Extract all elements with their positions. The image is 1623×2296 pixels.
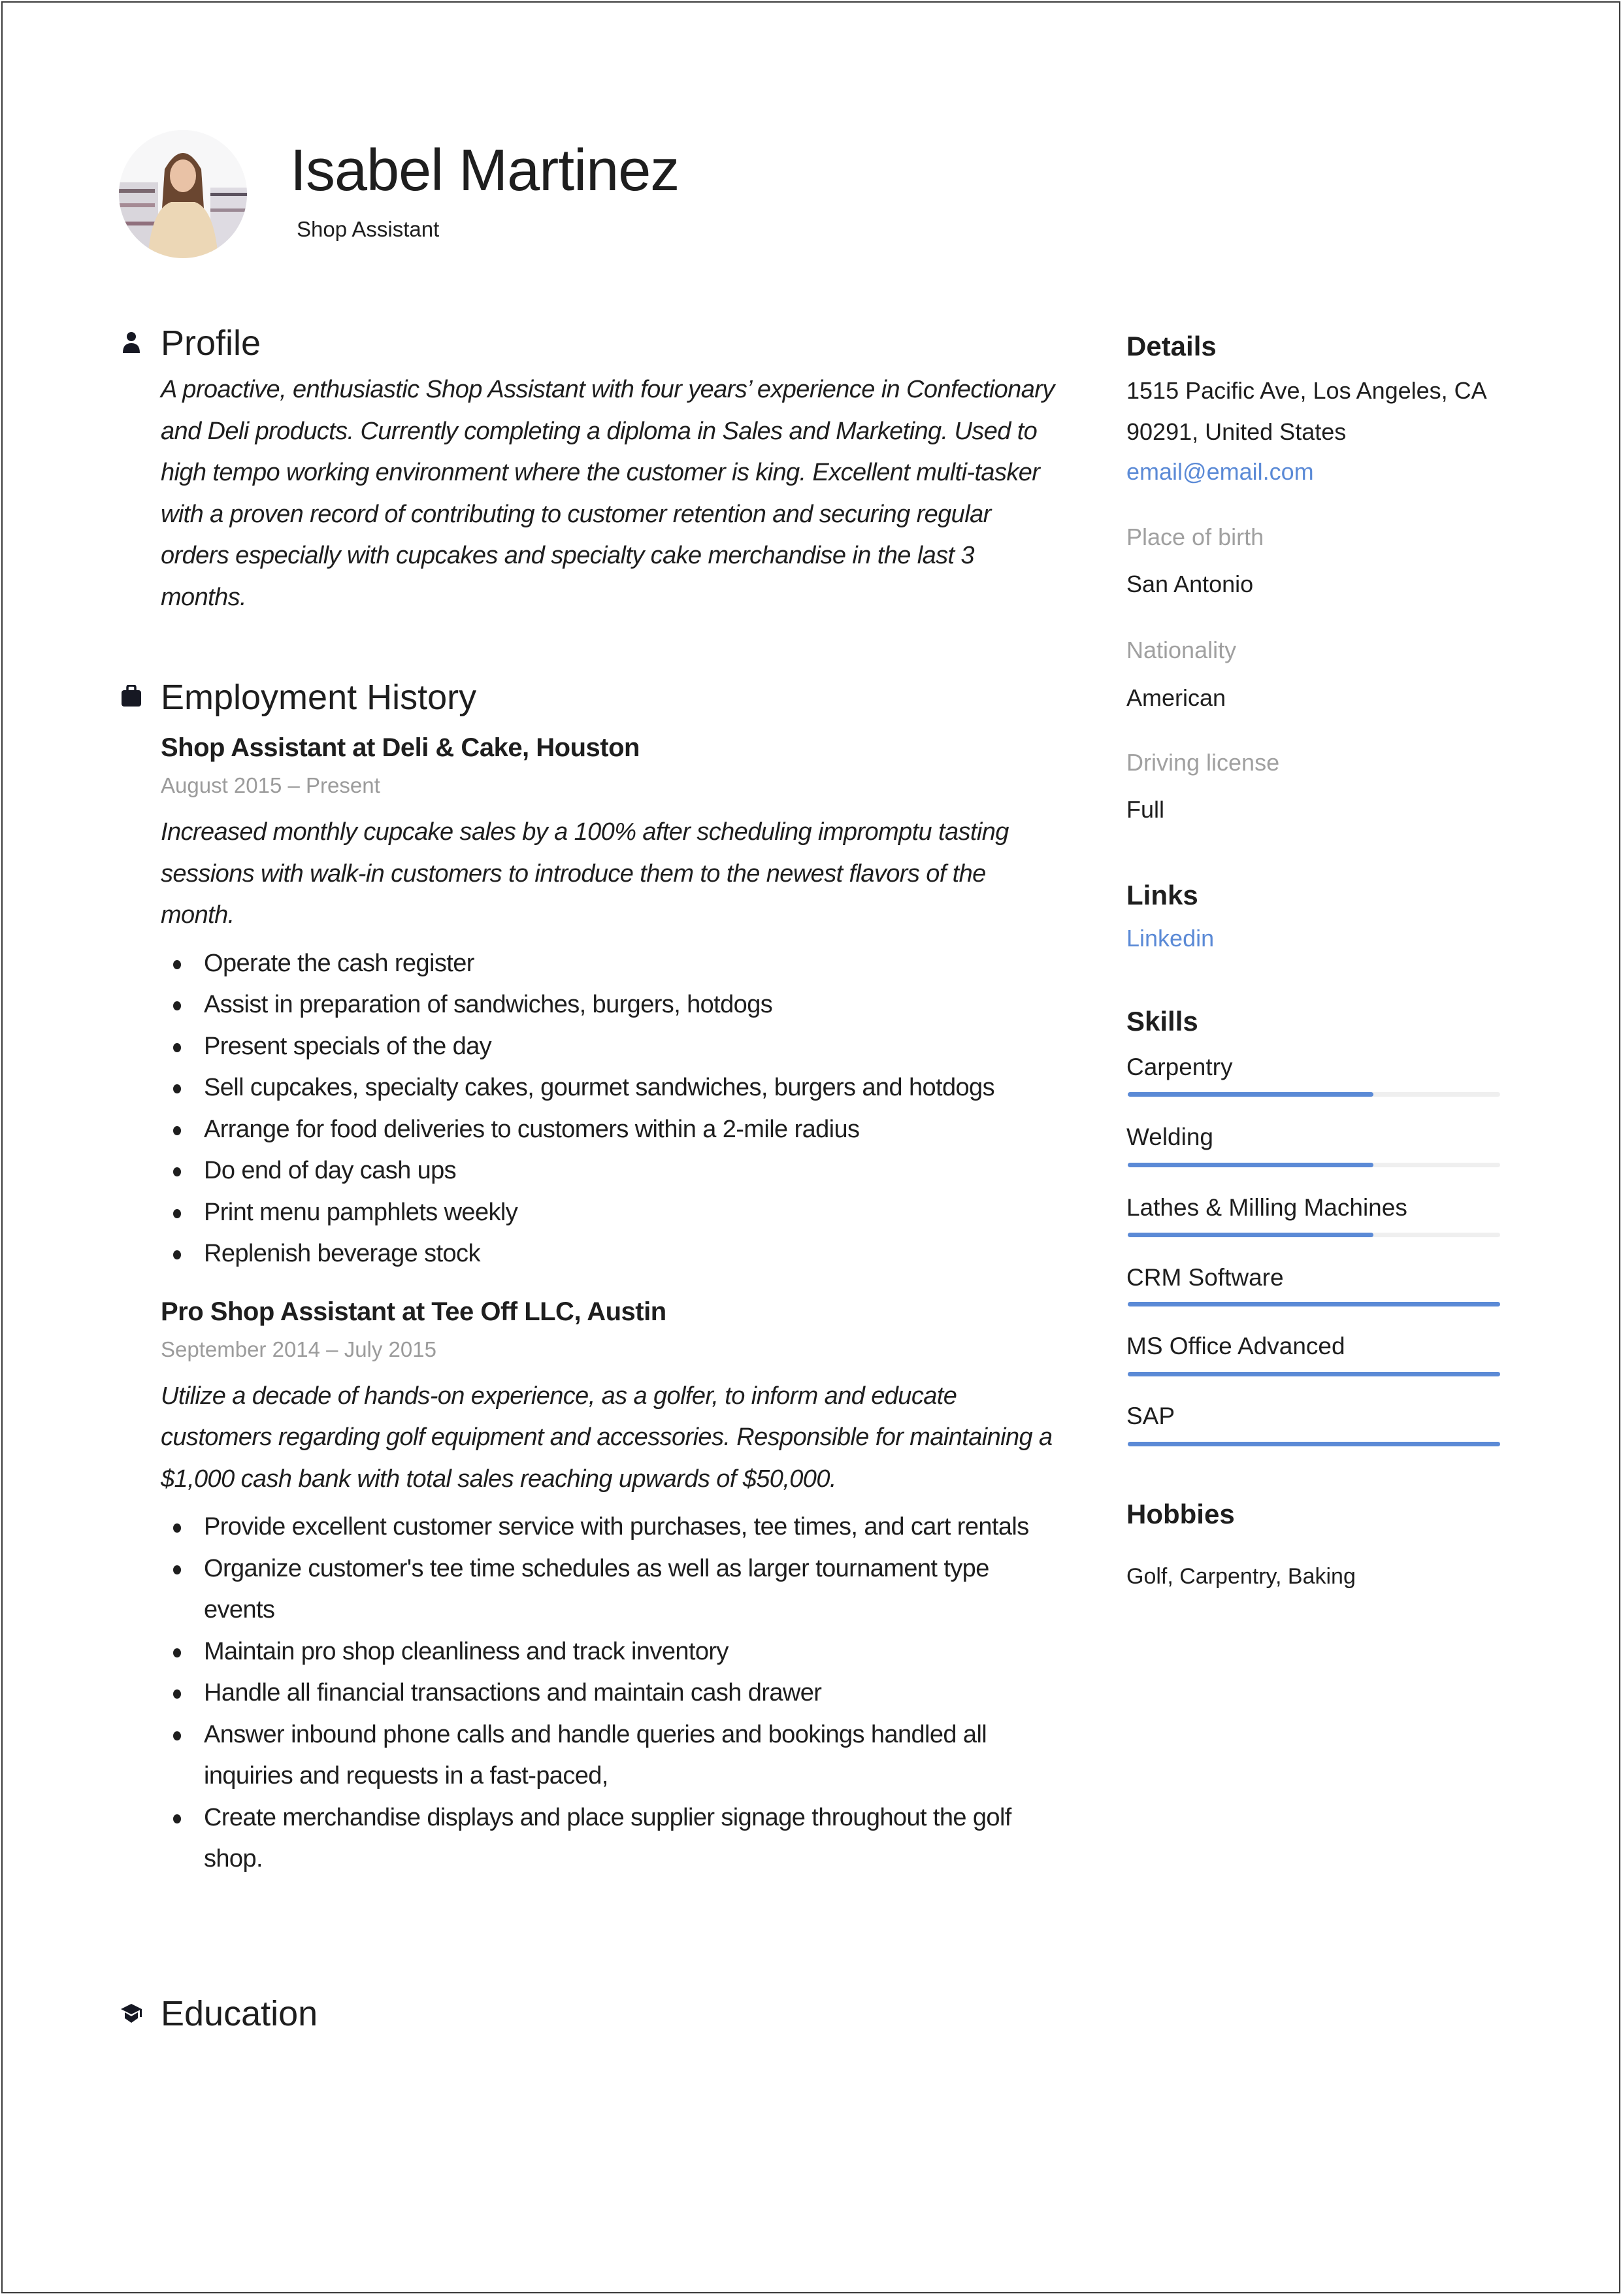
- nationality-value: American: [1126, 684, 1226, 711]
- candidate-name: Isabel Martinez: [290, 138, 680, 203]
- linkedin-link[interactable]: Linkedin: [1126, 927, 1214, 950]
- job-dates: September 2014 – July 2015: [161, 1337, 436, 1361]
- bullet-icon: [173, 1250, 181, 1259]
- skill-name: CRM Software: [1126, 1264, 1284, 1291]
- list-item: Assist in preparation of sandwiches, bur…: [161, 984, 1056, 1026]
- section-title-education: Education: [161, 1994, 318, 2033]
- address-line-1: 1515 Pacific Ave, Los Angeles, CA: [1126, 377, 1487, 404]
- driving-license-label: Driving license: [1126, 749, 1280, 776]
- section-title-links: Links: [1126, 880, 1198, 910]
- skill-level-fill: [1128, 1372, 1500, 1376]
- candidate-job-title: Shop Assistant: [297, 217, 440, 241]
- skill-level-fill: [1128, 1092, 1374, 1097]
- list-item: Answer inbound phone calls and handle qu…: [161, 1714, 1056, 1797]
- bullet-icon: [173, 1731, 181, 1740]
- skill-level-track: [1128, 1372, 1500, 1376]
- profile-summary: A proactive, enthusiastic Shop Assistant…: [161, 376, 1055, 611]
- skill-level-track: [1128, 1302, 1500, 1306]
- person-icon: [123, 332, 140, 353]
- skill-level-track: [1128, 1092, 1500, 1097]
- skill-name: Welding: [1126, 1123, 1214, 1150]
- driving-license-value: Full: [1126, 796, 1165, 823]
- bullet-icon: [173, 959, 181, 969]
- profile-photo: [119, 130, 247, 258]
- skill-level-fill: [1128, 1442, 1500, 1446]
- address-line-2: 90291, United States: [1126, 418, 1347, 445]
- skill-level-fill: [1128, 1302, 1500, 1306]
- bullet-icon: [173, 1042, 181, 1052]
- section-title-hobbies: Hobbies: [1126, 1499, 1235, 1529]
- section-title-employment: Employment History: [161, 678, 477, 717]
- briefcase-icon: [122, 685, 141, 707]
- job-title: Pro Shop Assistant at Tee Off LLC, Austi…: [161, 1297, 666, 1326]
- section-title-details: Details: [1126, 331, 1217, 361]
- skill-level-fill: [1128, 1233, 1374, 1237]
- job-summary: Increased monthly cupcake sales by a 100…: [161, 818, 1009, 929]
- skill-name: SAP: [1126, 1403, 1175, 1429]
- job-responsibilities: Operate the cash register Assist in prep…: [161, 943, 1056, 1275]
- job-responsibilities: Provide excellent customer service with …: [161, 1506, 1056, 1880]
- list-item: Print menu pamphlets weekly: [161, 1192, 1056, 1234]
- profile-photo-illustration: [119, 130, 247, 258]
- skill-level-track: [1128, 1233, 1500, 1237]
- bullet-icon: [173, 1565, 181, 1574]
- skill-level-fill: [1128, 1163, 1374, 1167]
- place-of-birth-label: Place of birth: [1126, 524, 1264, 550]
- employment-section: Employment History Shop Assistant at Del…: [122, 678, 1056, 1880]
- resume-page: Isabel Martinez Shop Assistant Profile A…: [1, 1, 1620, 2293]
- job-title: Shop Assistant at Deli & Cake, Houston: [161, 733, 640, 762]
- profile-section: Profile A proactive, enthusiastic Shop A…: [123, 324, 1056, 618]
- job-entry: Pro Shop Assistant at Tee Off LLC, Austi…: [161, 1299, 1056, 1880]
- list-item: Do end of day cash ups: [161, 1150, 1056, 1192]
- bullet-icon: [173, 1125, 181, 1135]
- list-item: Sell cupcakes, specialty cakes, gourmet …: [161, 1067, 1056, 1109]
- skill-name: Lathes & Milling Machines: [1126, 1194, 1407, 1221]
- list-item: Operate the cash register: [161, 943, 1056, 985]
- job-dates: August 2015 – Present: [161, 773, 380, 797]
- bullet-icon: [173, 1523, 181, 1533]
- section-title-profile: Profile: [161, 324, 261, 363]
- list-item: Handle all financial transactions and ma…: [161, 1672, 1056, 1714]
- bullet-icon: [173, 1084, 181, 1093]
- list-item: Provide excellent customer service with …: [161, 1506, 1056, 1548]
- skill-level-track: [1128, 1163, 1500, 1167]
- education-section: Education: [121, 1994, 1056, 2033]
- bullet-icon: [173, 1814, 181, 1823]
- bullet-icon: [173, 1689, 181, 1699]
- list-item: Organize customer's tee time schedules a…: [161, 1548, 1056, 1631]
- bullet-icon: [173, 1167, 181, 1176]
- section-title-skills: Skills: [1126, 1006, 1198, 1037]
- email-link[interactable]: email@email.com: [1126, 460, 1314, 484]
- job-entry: Shop Assistant at Deli & Cake, Houston A…: [161, 735, 1056, 1275]
- list-item: Maintain pro shop cleanliness and track …: [161, 1631, 1056, 1673]
- skill-name: MS Office Advanced: [1126, 1333, 1345, 1359]
- list-item: Arrange for food deliveries to customers…: [161, 1109, 1056, 1151]
- place-of-birth-value: San Antonio: [1126, 571, 1254, 597]
- bullet-icon: [173, 1648, 181, 1657]
- nationality-label: Nationality: [1126, 637, 1237, 663]
- bullet-icon: [173, 1001, 181, 1010]
- skill-level-track: [1128, 1442, 1500, 1446]
- list-item: Present specials of the day: [161, 1026, 1056, 1068]
- bullet-icon: [173, 1208, 181, 1218]
- skill-name: Carpentry: [1126, 1054, 1233, 1080]
- job-summary: Utilize a decade of hands-on experience,…: [161, 1382, 1053, 1493]
- hobbies-list: Golf, Carpentry, Baking: [1126, 1564, 1356, 1589]
- list-item: Create merchandise displays and place su…: [161, 1797, 1056, 1880]
- graduation-cap-icon: [121, 2004, 142, 2023]
- list-item: Replenish beverage stock: [161, 1233, 1056, 1275]
